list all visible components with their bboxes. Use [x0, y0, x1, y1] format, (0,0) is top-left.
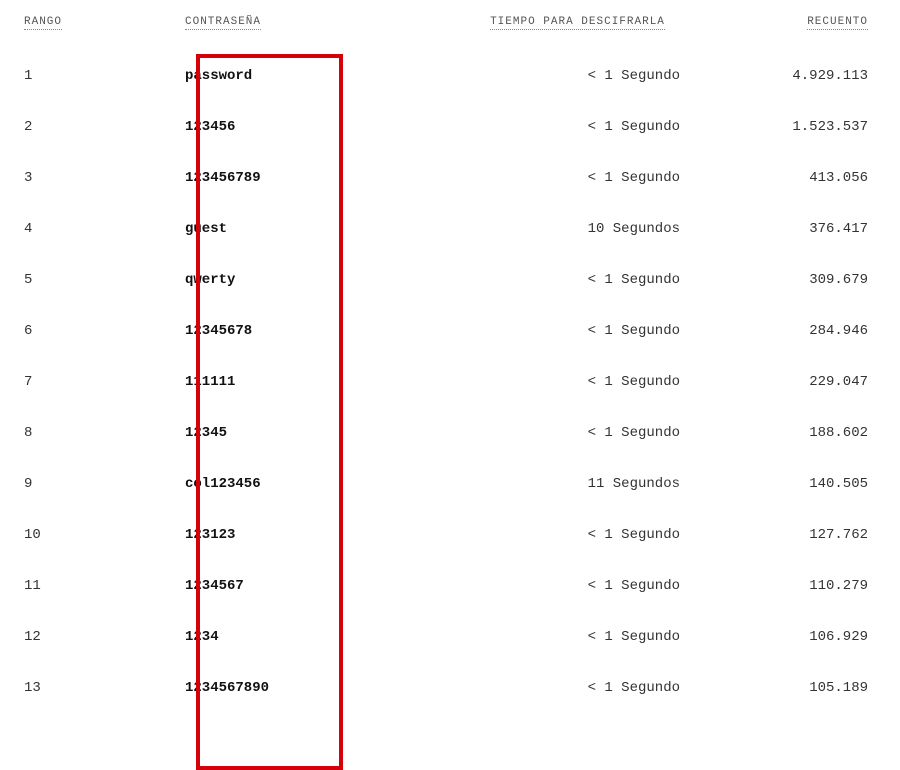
cell-count: 229.047 [690, 374, 880, 390]
cell-password: 123456 [185, 119, 465, 135]
cell-password: guest [185, 221, 465, 237]
cell-password: 12345 [185, 425, 465, 441]
col-header-time-wrap: TIEMPO PARA DESCIFRARLA [465, 16, 690, 30]
cell-time: < 1 Segundo [465, 68, 690, 84]
table-body: 1password< 1 Segundo4.929.1132123456< 1 … [20, 50, 880, 713]
cell-password: 123456789 [185, 170, 465, 186]
table-row: 3123456789< 1 Segundo413.056 [20, 152, 880, 203]
cell-rank: 4 [20, 221, 185, 237]
cell-time: 11 Segundos [465, 476, 690, 492]
cell-time: < 1 Segundo [465, 374, 690, 390]
table-row: 612345678< 1 Segundo284.946 [20, 305, 880, 356]
cell-count: 105.189 [690, 680, 880, 696]
cell-rank: 1 [20, 68, 185, 84]
table-row: 2123456< 1 Segundo1.523.537 [20, 101, 880, 152]
cell-rank: 2 [20, 119, 185, 135]
cell-count: 140.505 [690, 476, 880, 492]
cell-count: 1.523.537 [690, 119, 880, 135]
cell-time: < 1 Segundo [465, 425, 690, 441]
cell-count: 4.929.113 [690, 68, 880, 84]
cell-time: < 1 Segundo [465, 170, 690, 186]
col-header-password-wrap: CONTRASEÑA [185, 16, 465, 30]
cell-password: 123123 [185, 527, 465, 543]
cell-time: < 1 Segundo [465, 680, 690, 696]
table-row: 1password< 1 Segundo4.929.113 [20, 50, 880, 101]
cell-count: 106.929 [690, 629, 880, 645]
cell-time: < 1 Segundo [465, 527, 690, 543]
cell-rank: 6 [20, 323, 185, 339]
cell-rank: 10 [20, 527, 185, 543]
cell-time: < 1 Segundo [465, 272, 690, 288]
cell-password: 12345678 [185, 323, 465, 339]
cell-rank: 13 [20, 680, 185, 696]
cell-count: 309.679 [690, 272, 880, 288]
cell-password: qwerty [185, 272, 465, 288]
col-header-count: RECUENTO [807, 16, 868, 30]
col-header-rank: RANGO [24, 16, 62, 30]
table-row: 4guest10 Segundos376.417 [20, 203, 880, 254]
cell-count: 413.056 [690, 170, 880, 186]
cell-rank: 11 [20, 578, 185, 594]
cell-rank: 3 [20, 170, 185, 186]
table-row: 9col12345611 Segundos140.505 [20, 458, 880, 509]
col-header-rank-wrap: RANGO [20, 16, 185, 30]
cell-password: 1234567 [185, 578, 465, 594]
cell-password: 1234 [185, 629, 465, 645]
col-header-count-wrap: RECUENTO [690, 16, 880, 30]
cell-count: 110.279 [690, 578, 880, 594]
cell-time: 10 Segundos [465, 221, 690, 237]
table-header-row: RANGO CONTRASEÑA TIEMPO PARA DESCIFRARLA… [20, 8, 880, 50]
table-row: 812345< 1 Segundo188.602 [20, 407, 880, 458]
cell-time: < 1 Segundo [465, 323, 690, 339]
table-row: 131234567890< 1 Segundo105.189 [20, 662, 880, 713]
cell-count: 284.946 [690, 323, 880, 339]
table-row: 121234< 1 Segundo106.929 [20, 611, 880, 662]
cell-time: < 1 Segundo [465, 629, 690, 645]
cell-rank: 9 [20, 476, 185, 492]
cell-time: < 1 Segundo [465, 119, 690, 135]
cell-password: password [185, 68, 465, 84]
cell-count: 127.762 [690, 527, 880, 543]
cell-time: < 1 Segundo [465, 578, 690, 594]
cell-password: col123456 [185, 476, 465, 492]
table-row: 7111111< 1 Segundo229.047 [20, 356, 880, 407]
table-row: 111234567< 1 Segundo110.279 [20, 560, 880, 611]
password-table: RANGO CONTRASEÑA TIEMPO PARA DESCIFRARLA… [20, 8, 880, 713]
table-row: 5qwerty< 1 Segundo309.679 [20, 254, 880, 305]
cell-password: 111111 [185, 374, 465, 390]
cell-count: 188.602 [690, 425, 880, 441]
col-header-time: TIEMPO PARA DESCIFRARLA [490, 16, 665, 30]
col-header-password: CONTRASEÑA [185, 16, 261, 30]
cell-rank: 12 [20, 629, 185, 645]
cell-rank: 5 [20, 272, 185, 288]
cell-rank: 7 [20, 374, 185, 390]
cell-rank: 8 [20, 425, 185, 441]
cell-count: 376.417 [690, 221, 880, 237]
table-row: 10123123< 1 Segundo127.762 [20, 509, 880, 560]
cell-password: 1234567890 [185, 680, 465, 696]
